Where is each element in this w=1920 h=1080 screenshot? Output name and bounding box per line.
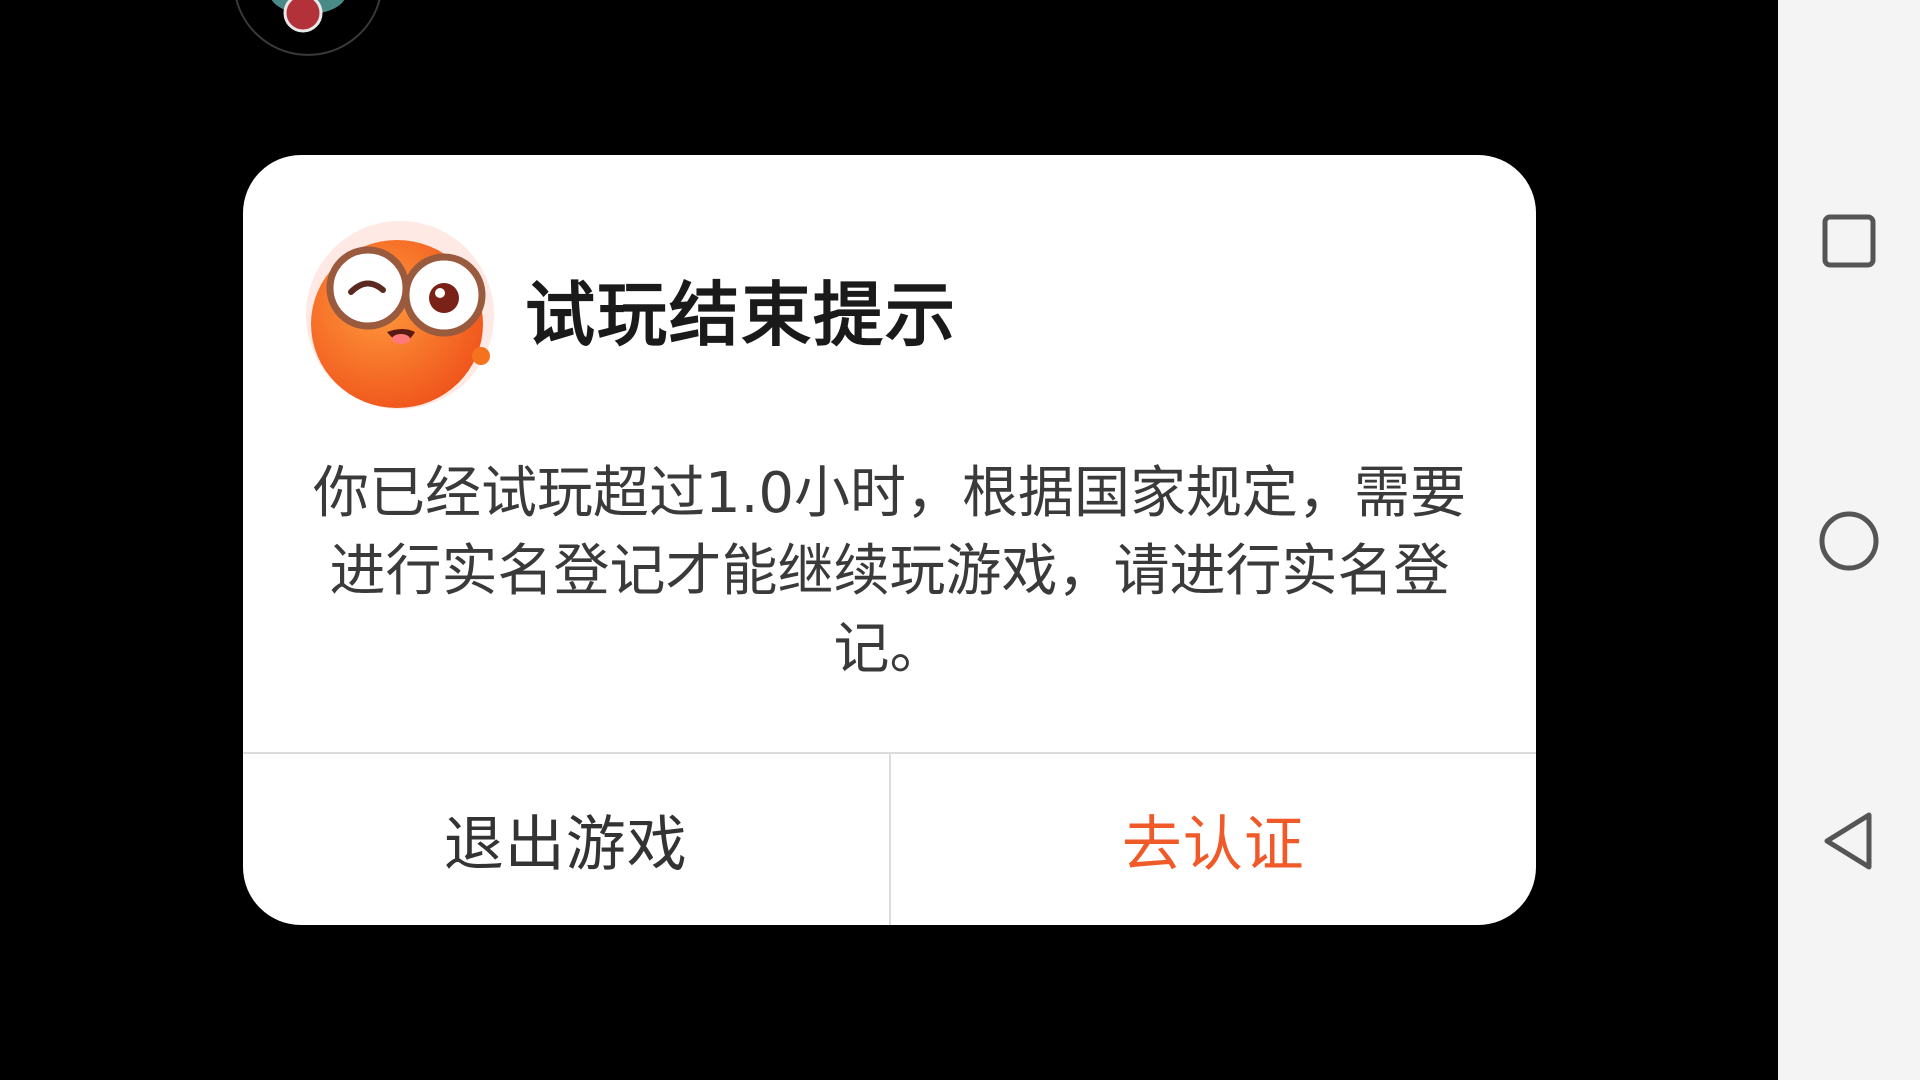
- dialog-header: 试玩结束提示: [305, 220, 957, 410]
- recents-button[interactable]: [1811, 203, 1887, 279]
- dialog-message: 你已经试玩超过1.0小时，根据国家规定，需要进行实名登记才能继续玩游戏，请进行实…: [312, 461, 1467, 682]
- back-icon: [1824, 812, 1872, 870]
- dialog-buttons: 退出游戏 去认证: [243, 754, 1536, 925]
- back-button[interactable]: [1811, 803, 1887, 879]
- home-icon: [1819, 511, 1879, 571]
- navigation-bar: [1778, 0, 1920, 1080]
- mascot-icon: [306, 221, 494, 409]
- game-area: 试玩结束提示 你已经试玩超过1.0小时，根据国家规定，需要进行实名登记才能继续玩…: [0, 0, 1778, 1080]
- dialog-title: 试玩结束提示: [525, 274, 957, 356]
- home-button[interactable]: [1811, 503, 1887, 579]
- screen: 试玩结束提示 你已经试玩超过1.0小时，根据国家规定，需要进行实名登记才能继续玩…: [0, 0, 1920, 1080]
- exit-game-button[interactable]: 退出游戏: [243, 754, 889, 925]
- verify-button[interactable]: 去认证: [891, 754, 1537, 925]
- floating-ball-icon[interactable]: [232, 0, 384, 58]
- recents-icon: [1822, 214, 1876, 268]
- real-name-dialog: 试玩结束提示 你已经试玩超过1.0小时，根据国家规定，需要进行实名登记才能继续玩…: [243, 155, 1536, 925]
